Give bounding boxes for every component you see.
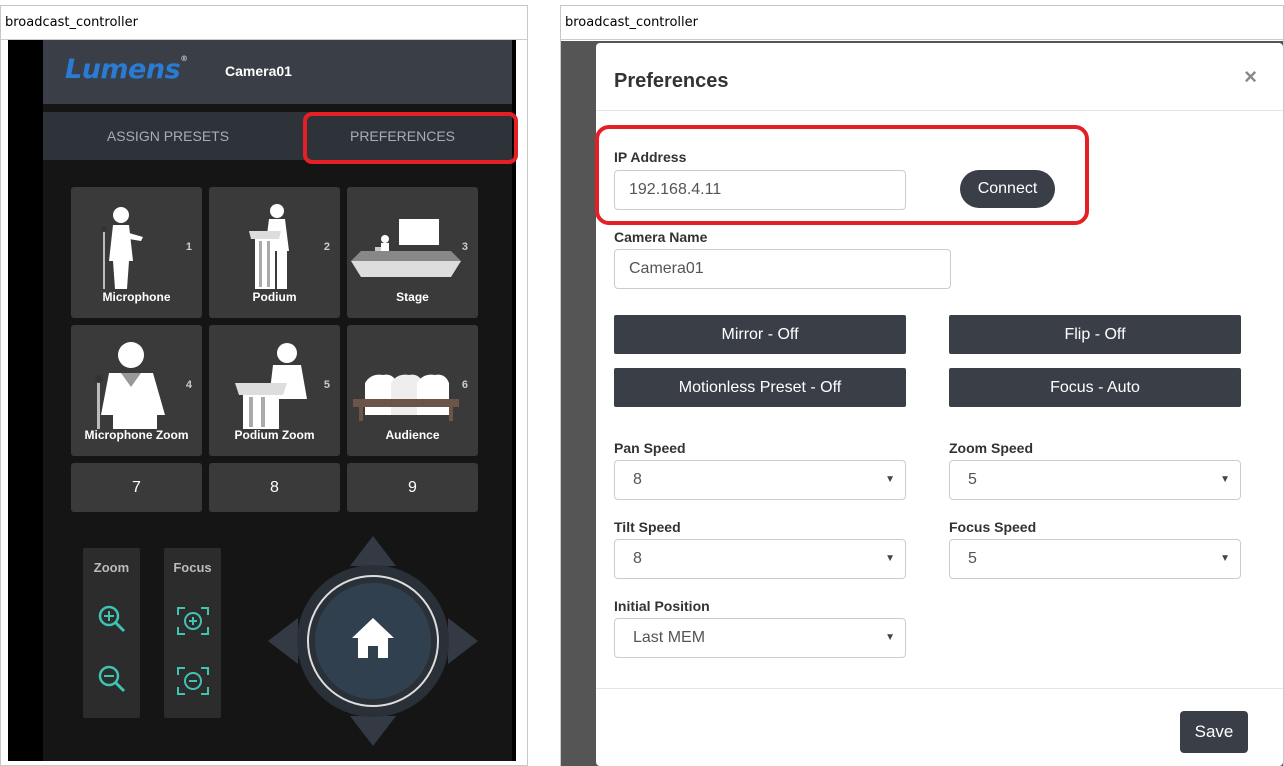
focus-mode-toggle-button[interactable]: Focus - Auto	[949, 368, 1241, 407]
zoom-out-icon[interactable]	[97, 664, 127, 694]
microphone-zoom-icon	[95, 342, 165, 429]
focus-label: Focus	[173, 560, 212, 575]
pan-speed-label: Pan Speed	[614, 440, 686, 456]
flip-toggle-button[interactable]: Flip - Off	[949, 315, 1241, 354]
podium-zoom-icon	[235, 343, 307, 429]
brand-logo: Lumens®	[65, 54, 188, 85]
initial-position-label: Initial Position	[614, 598, 710, 614]
save-button[interactable]: Save	[1180, 711, 1248, 753]
mirror-toggle-button[interactable]: Mirror - Off	[614, 315, 906, 354]
chevron-down-icon: ▼	[885, 553, 895, 564]
window-title: broadcast_controller	[561, 6, 1283, 40]
right-window: broadcast_controller Preferences × IP Ad…	[560, 5, 1284, 766]
pan-speed-select[interactable]: 8 ▼	[614, 460, 906, 500]
preset-number: 6	[461, 379, 468, 391]
preset-label: Stage	[396, 290, 429, 304]
podium-speaker-icon	[249, 204, 289, 289]
modal-divider	[596, 110, 1283, 111]
preset-label: Microphone Zoom	[84, 428, 189, 442]
chevron-down-icon: ▼	[1220, 553, 1230, 564]
preset-button-4[interactable]: 4 Microphone Zoom	[71, 325, 202, 456]
preset-label: Audience	[385, 428, 440, 442]
arrow-up-icon[interactable]	[350, 536, 396, 566]
modal-footer-divider	[596, 688, 1283, 689]
preset-number: 2	[323, 241, 330, 253]
preset-label: Microphone	[102, 290, 171, 304]
focus-speed-select[interactable]: 5 ▼	[949, 539, 1241, 579]
chevron-down-icon: ▼	[885, 632, 895, 643]
preset-button-6[interactable]: 6 Audience	[347, 325, 478, 456]
preset-number: 1	[185, 241, 192, 253]
camera-name-label: Camera01	[225, 63, 292, 79]
arrow-down-icon[interactable]	[350, 716, 396, 746]
preset-button-2[interactable]: 2 Podium	[209, 187, 340, 318]
camera-name-input[interactable]	[614, 249, 951, 289]
preset-number: 5	[323, 379, 330, 391]
camera-name-label: Camera Name	[614, 229, 708, 245]
preset-label: Podium Zoom	[234, 428, 315, 442]
chevron-down-icon: ▼	[1220, 474, 1230, 485]
zoom-speed-label: Zoom Speed	[949, 440, 1034, 456]
preset-button-3[interactable]: 3 Stage	[347, 187, 478, 318]
focus-speed-label: Focus Speed	[949, 519, 1037, 535]
preset-button-7[interactable]: 7	[71, 463, 202, 512]
ptz-dial	[268, 536, 478, 746]
focus-far-icon[interactable]	[176, 666, 210, 696]
preset-button-9[interactable]: 9	[347, 463, 478, 512]
initial-position-select[interactable]: Last MEM ▼	[614, 618, 906, 658]
audience-seats-icon	[353, 374, 459, 421]
zoom-controls: Zoom	[83, 548, 140, 718]
focus-controls: Focus	[164, 548, 221, 718]
ip-address-highlight	[595, 125, 1089, 225]
arrow-left-icon[interactable]	[268, 618, 298, 664]
microphone-speaker-icon	[101, 207, 143, 289]
zoom-speed-select[interactable]: 5 ▼	[949, 460, 1241, 500]
modal-title: Preferences	[614, 70, 729, 92]
chevron-down-icon: ▼	[885, 474, 895, 485]
preferences-highlight	[303, 112, 518, 164]
preset-number: 4	[185, 379, 192, 391]
close-icon[interactable]: ×	[1244, 64, 1257, 90]
preset-number: 3	[461, 241, 468, 253]
tilt-speed-select[interactable]: 8 ▼	[614, 539, 906, 579]
preset-button-1[interactable]: 1 Microphone	[71, 187, 202, 318]
preset-label: Podium	[252, 290, 297, 304]
tilt-speed-label: Tilt Speed	[614, 519, 681, 535]
arrow-right-icon[interactable]	[448, 618, 478, 664]
preset-button-5[interactable]: 5 Podium Zoom	[209, 325, 340, 456]
focus-near-icon[interactable]	[176, 606, 210, 636]
preset-button-8[interactable]: 8	[209, 463, 340, 512]
zoom-in-icon[interactable]	[97, 604, 127, 634]
motionless-preset-toggle-button[interactable]: Motionless Preset - Off	[614, 368, 906, 407]
stage-icon	[351, 219, 461, 277]
tab-assign-presets[interactable]: ASSIGN PRESETS	[43, 112, 293, 160]
window-title: broadcast_controller	[1, 6, 527, 40]
zoom-label: Zoom	[93, 560, 130, 575]
app-header: Lumens® Camera01	[43, 40, 512, 104]
